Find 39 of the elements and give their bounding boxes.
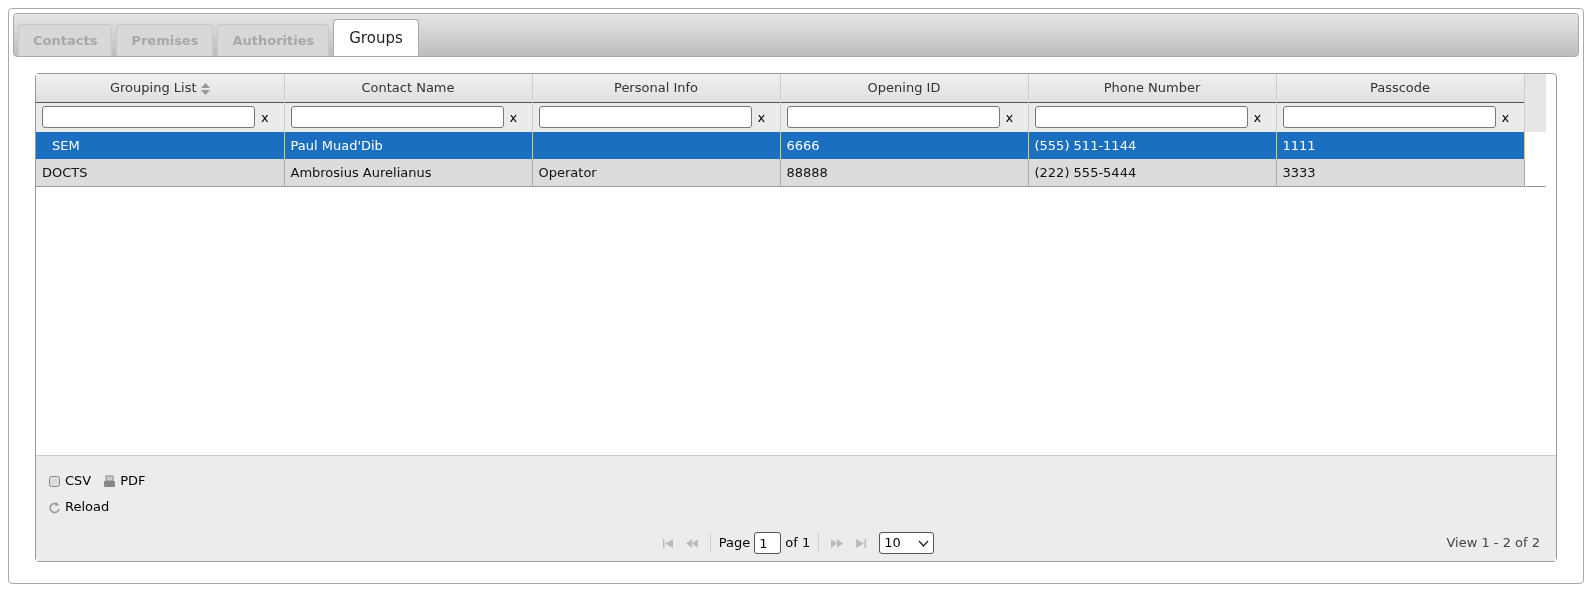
- clear-filter-button[interactable]: x: [1253, 107, 1262, 127]
- view-info: View 1 - 2 of 2: [1446, 534, 1540, 553]
- table-cell: Paul Muad'Dib: [290, 137, 383, 153]
- table-cell: 88888: [786, 164, 828, 180]
- filter-field[interactable]: [1034, 106, 1248, 129]
- table-cell: DOCTS: [42, 164, 88, 180]
- printer-icon: [103, 474, 117, 488]
- page-field[interactable]: 1: [754, 532, 782, 554]
- table-cell: 6666: [786, 137, 820, 153]
- clear-filter-button[interactable]: x: [509, 107, 518, 127]
- filter-field[interactable]: [42, 106, 255, 129]
- clear-filter-button[interactable]: x: [1005, 107, 1014, 127]
- clear-filter-button[interactable]: x: [1501, 107, 1510, 127]
- export-button[interactable]: CSV: [48, 471, 92, 491]
- clear-filter-button[interactable]: x: [757, 107, 766, 127]
- export-button[interactable]: PDF: [103, 471, 146, 491]
- tab[interactable]: Groups: [333, 19, 419, 56]
- document-icon: [48, 474, 61, 488]
- filter-field[interactable]: [1282, 106, 1496, 129]
- chevron-down-icon: [918, 539, 930, 547]
- table-cell: (555) 511-1144: [1034, 137, 1137, 153]
- table-cell: (222) 555-5444: [1034, 164, 1137, 180]
- refresh-icon: [48, 500, 61, 514]
- clear-filter-button[interactable]: x: [261, 107, 269, 127]
- table-row[interactable]: SEM Paul Muad'Dib 6666 (555) 511-1144 1111: [36, 132, 1546, 159]
- table-row[interactable]: DOCTS Ambrosius Aurelianus Operator 88888 (222) 555-5444 3333: [36, 159, 1546, 186]
- table-cell: SEM: [52, 137, 80, 153]
- page-size-dropdown[interactable]: 10: [879, 532, 935, 554]
- page-label: Page: [718, 534, 751, 553]
- page-count: of 1: [785, 534, 811, 553]
- filter-field[interactable]: [290, 106, 504, 129]
- table-cell: Operator: [538, 164, 597, 180]
- reload-button[interactable]: Reload: [48, 497, 110, 517]
- filter-field[interactable]: [538, 106, 752, 129]
- table-cell: 3333: [1282, 164, 1316, 180]
- filter-field[interactable]: [786, 106, 1000, 129]
- table-cell: 1111: [1282, 137, 1316, 153]
- sort-icon[interactable]: [200, 82, 210, 95]
- table-cell: Ambrosius Aurelianus: [290, 164, 432, 180]
